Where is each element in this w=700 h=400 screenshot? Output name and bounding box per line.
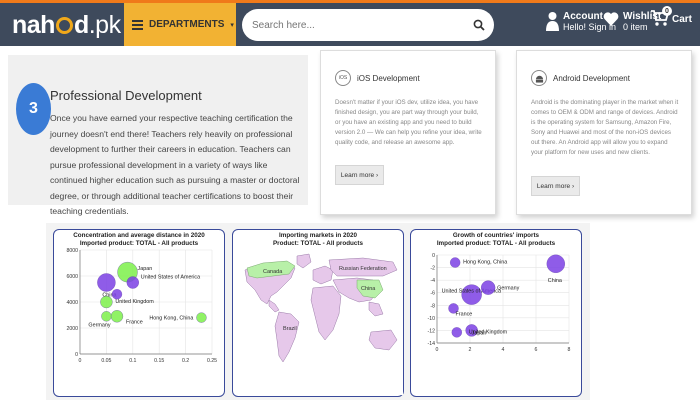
chevron-right-icon: › [375,171,379,179]
bubble-germany [101,311,112,322]
professional-development-section: 3 Professional Development Once you have… [8,55,308,216]
concentration-scatter-chart: 020004000600080000 0.05 0.1 0.15 0.2 0.25Japa… [66,248,217,364]
map-label-canada: Canada [263,269,283,275]
growth-scatter-chart: 0-2-4-6-8-10-12-140 2 4 6 8Hong Kong, ChinaC… [428,253,571,353]
android-development-card: Android Development Android is the domin… [516,50,692,215]
card-body: Android is the dominating player in the … [531,99,679,156]
bubble-hong-kong-china [450,257,461,268]
map-label-russia: Russian Federation [339,266,387,272]
site-logo[interactable]: nah d.pk [12,11,121,40]
logo-cart-icon [55,17,73,34]
point-label: Hong Kong, China [463,260,507,266]
point-label: Germany [88,322,110,328]
section-title: Professional Development [50,88,202,103]
search-button[interactable] [464,10,494,40]
hamburger-icon [132,19,143,30]
x-tick-label: 8 [568,347,571,353]
map-label-brazil: Brazil [283,326,297,332]
top-navbar: nahd.pk DEPARTMENTS ▾ AccountHello! Sign… [0,0,700,46]
learn-more-button[interactable]: Learn more › [335,165,384,185]
point-label: Hong Kong, China [149,316,193,322]
cart-link[interactable]: 0 Cart [650,6,693,30]
y-tick-label: -6 [430,291,435,297]
y-tick-label: 6000 [66,274,78,280]
bubble-china [97,273,116,292]
y-tick-label: -12 [428,328,436,334]
wishlist-subtitle: 0 item [623,22,648,32]
departments-button[interactable]: DEPARTMENTS ▾ [124,3,236,46]
y-tick-label: -10 [428,316,436,322]
user-icon [546,12,559,31]
chevron-right-icon: › [571,182,575,190]
y-tick-label: 4000 [66,300,78,306]
y-tick-label: 8000 [66,248,78,254]
bubble-unlabeled [111,289,123,300]
bubble-china [546,254,565,273]
y-tick-label: -14 [428,341,436,347]
x-tick-label: 0.25 [207,358,217,364]
x-tick-label: 4 [502,347,505,353]
x-tick-label: 0.2 [182,358,189,364]
point-label: United Kingdom [469,329,508,335]
logo-text-end: d [73,11,89,39]
card-body: Doesn't matter if your iOS dev, utilize … [335,99,482,146]
search-icon [473,19,485,31]
ios-icon: iOS [335,70,351,86]
concentration-chart-panel: Concentration and average distance in 20… [53,229,225,397]
x-tick-label: 0 [79,358,82,364]
logo-text-start: nah [12,11,55,39]
import-growth-chart-panel: Growth of countries' imports Imported pro… [410,229,582,397]
point-label: France [126,319,143,325]
button-label: Learn more [536,182,571,190]
point-label: Germany [497,286,519,292]
button-label: Learn more [340,171,375,179]
y-tick-label: -2 [430,266,435,272]
bubble-hong-kong-china [196,312,207,323]
android-icon [531,70,547,86]
cart-count-badge: 0 [662,6,672,16]
departments-label: DEPARTMENTS [149,19,225,30]
world-map: Canada Russian Federation China Brazil [235,250,403,395]
point-label: Japan [138,266,153,272]
y-tick-label: -4 [430,278,435,284]
card-title: Android Development [553,73,630,83]
caret-down-icon: ▾ [230,21,234,29]
card-title: iOS Development [357,73,420,83]
x-tick-label: 0 [436,347,439,353]
map-label-china: China [361,286,376,292]
y-tick-label: -8 [430,303,435,309]
x-tick-label: 2 [469,347,472,353]
heart-icon [603,12,619,26]
cart-label: Cart [672,14,693,25]
importing-markets-panel: Importing markets in 2020 Product: TOTAL … [232,229,404,397]
step-number-badge: 3 [16,83,51,135]
ios-development-card: iOS iOS Development Doesn't matter if yo… [320,50,496,215]
bubble-united-kingdom [451,327,462,338]
point-label: United Kingdom [115,299,154,305]
bubble-france [110,310,124,323]
point-label: China [548,278,562,284]
bubble-united-kingdom [100,295,113,309]
search-bar [242,9,494,41]
logo-tld: .pk [88,11,121,39]
bubble-germany [481,280,496,295]
y-tick-label: 2000 [66,326,78,332]
section-text: Once you have earned your respective tea… [50,113,300,216]
learn-more-button[interactable]: Learn more › [531,176,580,196]
x-tick-label: 0.15 [154,358,164,364]
x-tick-label: 6 [535,347,538,353]
search-input[interactable] [242,19,464,31]
x-tick-label: 0.1 [129,358,136,364]
y-tick-label: 0 [432,253,435,259]
bubble-united-states-of-america [126,276,139,289]
point-label: United States of America [141,275,200,281]
x-tick-label: 0.05 [101,358,111,364]
point-label: France [456,311,473,317]
